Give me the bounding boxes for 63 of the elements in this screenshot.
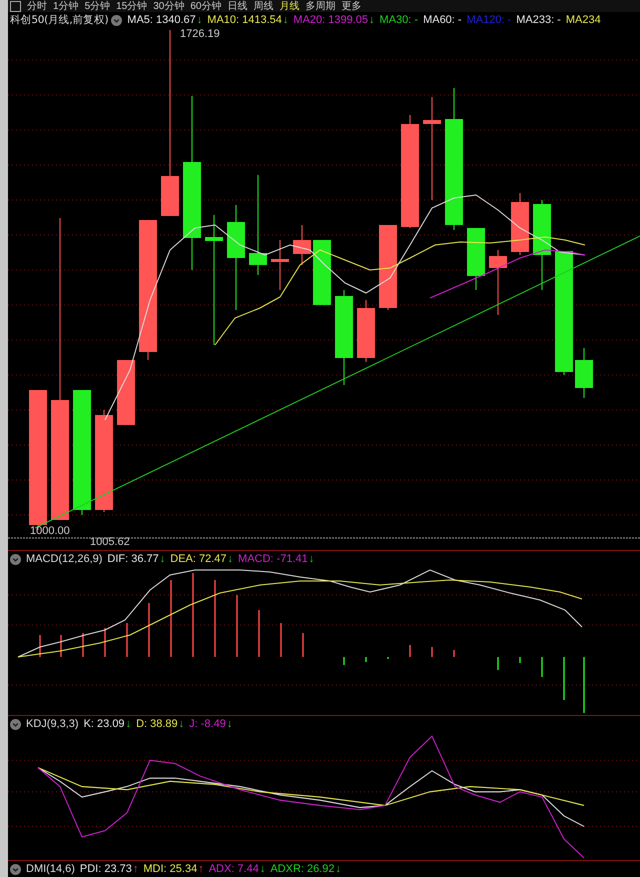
indicator-title: MACD(12,26,9) xyxy=(26,553,102,565)
indicator-value: PDI: 23.73 xyxy=(80,863,132,875)
indicator-value: MACD: -71.41 xyxy=(238,553,308,565)
chart-title: 科创50(月线,前复权) xyxy=(10,13,108,27)
indicator-value: DIF: 36.77 xyxy=(107,553,159,565)
trend-arrow: ↓ xyxy=(336,863,342,875)
trend-arrow: ↓ xyxy=(282,14,288,26)
period-tab[interactable]: 多周期 xyxy=(306,0,336,12)
trend-arrow: ↓ xyxy=(196,14,202,26)
candlestick xyxy=(117,360,135,426)
indicator-title: KDJ(9,3,3) xyxy=(26,718,79,730)
indicator-value: DEA: 72.47 xyxy=(170,553,227,565)
trend-arrow: ↓ xyxy=(260,863,266,875)
period-tab[interactable]: 15分钟 xyxy=(116,0,148,12)
indicator-value: MA30: - xyxy=(380,14,418,26)
candlestick xyxy=(575,348,593,398)
candlestick xyxy=(489,250,507,316)
indicator-value: D: 38.89 xyxy=(136,718,178,730)
collapse-icon[interactable] xyxy=(10,554,21,564)
period-tab[interactable]: 更多 xyxy=(342,0,362,12)
period-tab[interactable]: 分时 xyxy=(27,0,47,12)
indicator-value: MA20: 1399.05 xyxy=(293,14,368,26)
candlestick xyxy=(293,224,311,266)
indicator-value: MA10: 1413.54 xyxy=(207,14,282,26)
indicator-value: ADX: 7.44 xyxy=(208,863,259,875)
collapse-icon[interactable] xyxy=(10,718,21,730)
indicator-value: MA120: - xyxy=(466,14,512,26)
indicator-value: J: -8.49 xyxy=(189,718,226,730)
indicator-title: DMI(14,6) xyxy=(26,863,75,875)
panel-icon[interactable] xyxy=(10,0,21,12)
indicator-value: MA60: - xyxy=(423,14,462,26)
candlestick xyxy=(357,300,375,362)
price-label: 1005.62 xyxy=(90,536,130,548)
trend-arrow: ↓ xyxy=(178,718,184,730)
candlestick xyxy=(467,228,485,290)
indicator-value: MA233: - xyxy=(516,14,561,26)
period-tab[interactable]: 月线 xyxy=(280,0,300,12)
trend-arrow: ↓ xyxy=(160,553,166,565)
period-tab[interactable]: 60分钟 xyxy=(190,0,222,12)
trend-arrow: ↓ xyxy=(126,718,132,730)
price-label: 1726.19 xyxy=(180,28,220,40)
price-label: 1000.00 xyxy=(30,525,70,537)
trend-arrow: ↓ xyxy=(226,718,232,730)
period-tab[interactable]: 日线 xyxy=(228,0,248,12)
candlestick xyxy=(271,240,289,290)
indicator-value: K: 23.09 xyxy=(84,718,125,730)
indicator-value: MDI: 25.34 xyxy=(143,863,198,875)
period-tab[interactable]: 周线 xyxy=(254,0,274,12)
trend-arrow: ↓ xyxy=(308,553,314,565)
period-tab[interactable]: 30分钟 xyxy=(153,0,184,12)
trend-arrow: ↑ xyxy=(132,863,138,875)
candlestick xyxy=(511,192,529,256)
indicator-value: ADXR: 26.92 xyxy=(270,863,335,875)
collapse-icon[interactable] xyxy=(111,14,122,26)
trend-arrow: ↑ xyxy=(198,863,204,875)
collapse-icon[interactable] xyxy=(10,864,21,874)
period-tab[interactable]: 1分钟 xyxy=(53,0,79,12)
indicator-value: MA234 xyxy=(566,14,601,26)
candlestick xyxy=(313,240,331,306)
trend-arrow: ↓ xyxy=(369,14,375,26)
trend-arrow: ↓ xyxy=(228,553,234,565)
period-tab[interactable]: 5分钟 xyxy=(84,0,110,12)
indicator-value: MA5: 1340.67 xyxy=(127,14,196,26)
